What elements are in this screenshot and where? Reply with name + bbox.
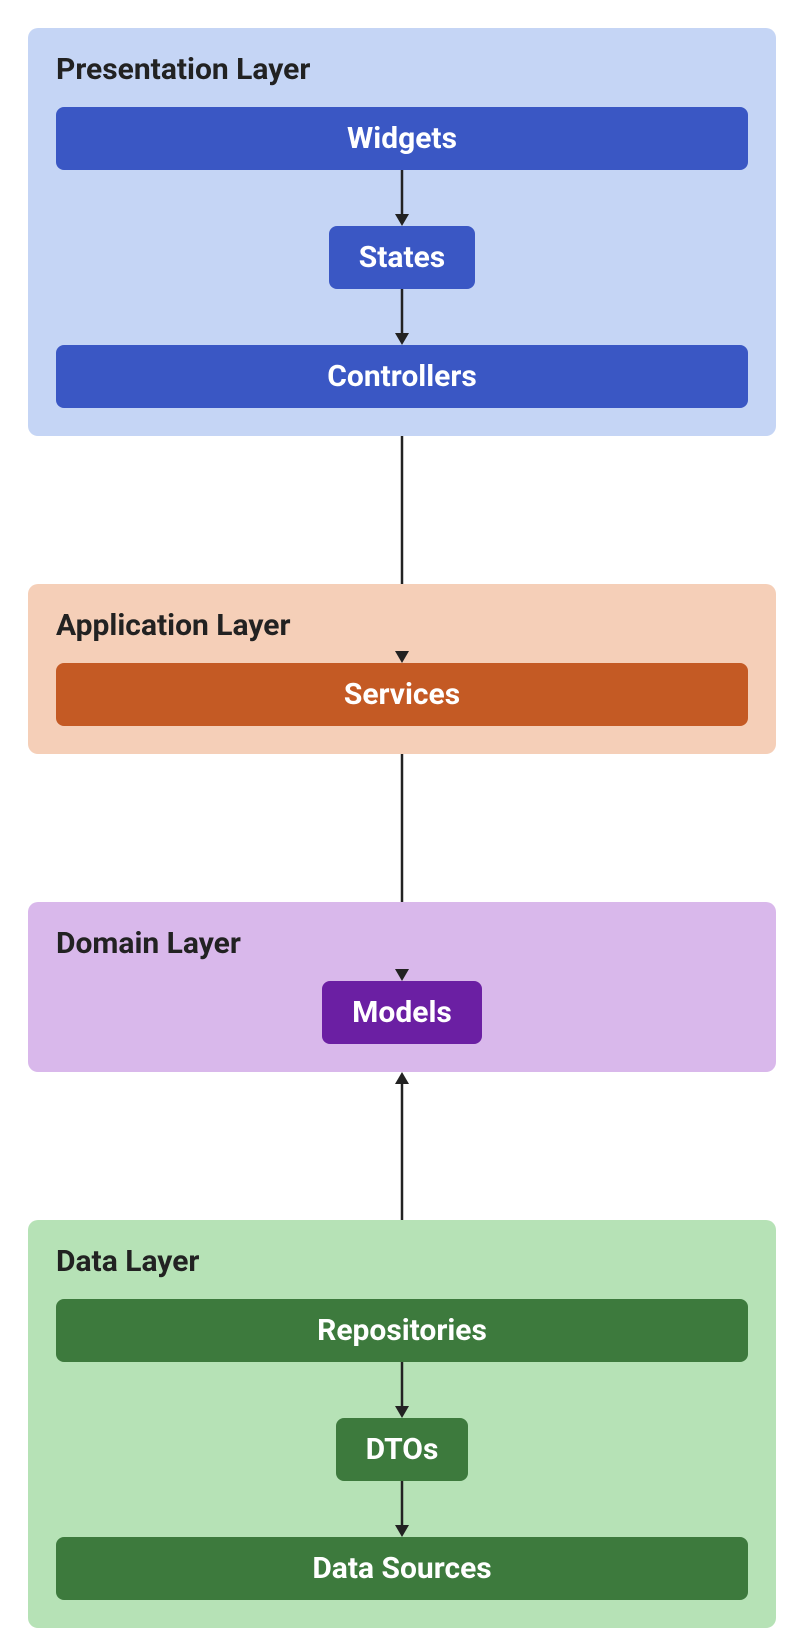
arrow-repositories-to-dtos <box>56 1362 748 1418</box>
dtos-box: DTOs <box>336 1418 469 1481</box>
domain-layer-title: Domain Layer <box>56 926 748 961</box>
arrow-widgets-to-states <box>56 170 748 226</box>
arrow-controllers-to-services <box>28 436 776 584</box>
arrow-repositories-to-models <box>28 1072 776 1220</box>
arrow-dtos-to-datasources <box>56 1481 748 1537</box>
domain-layer: Domain Layer Models <box>28 902 776 1072</box>
data-layer: Data Layer Repositories DTOs Data Source… <box>28 1220 776 1628</box>
controllers-box: Controllers <box>56 345 748 408</box>
arrow-states-to-controllers <box>56 289 748 345</box>
data-layer-title: Data Layer <box>56 1244 748 1279</box>
services-box: Services <box>56 663 748 726</box>
arrow-services-to-models <box>28 754 776 902</box>
application-layer: Application Layer Services <box>28 584 776 754</box>
presentation-layer-title: Presentation Layer <box>56 52 748 87</box>
presentation-boxes: Widgets States Controllers <box>56 107 748 408</box>
application-boxes: Services <box>56 663 748 726</box>
domain-boxes: Models <box>56 981 748 1044</box>
widgets-box: Widgets <box>56 107 748 170</box>
application-layer-title: Application Layer <box>56 608 748 643</box>
presentation-layer: Presentation Layer Widgets States Contro… <box>28 28 776 436</box>
repositories-box: Repositories <box>56 1299 748 1362</box>
data-boxes: Repositories DTOs Data Sources <box>56 1299 748 1600</box>
states-box: States <box>329 226 475 289</box>
models-box: Models <box>322 981 482 1044</box>
datasources-box: Data Sources <box>56 1537 748 1600</box>
